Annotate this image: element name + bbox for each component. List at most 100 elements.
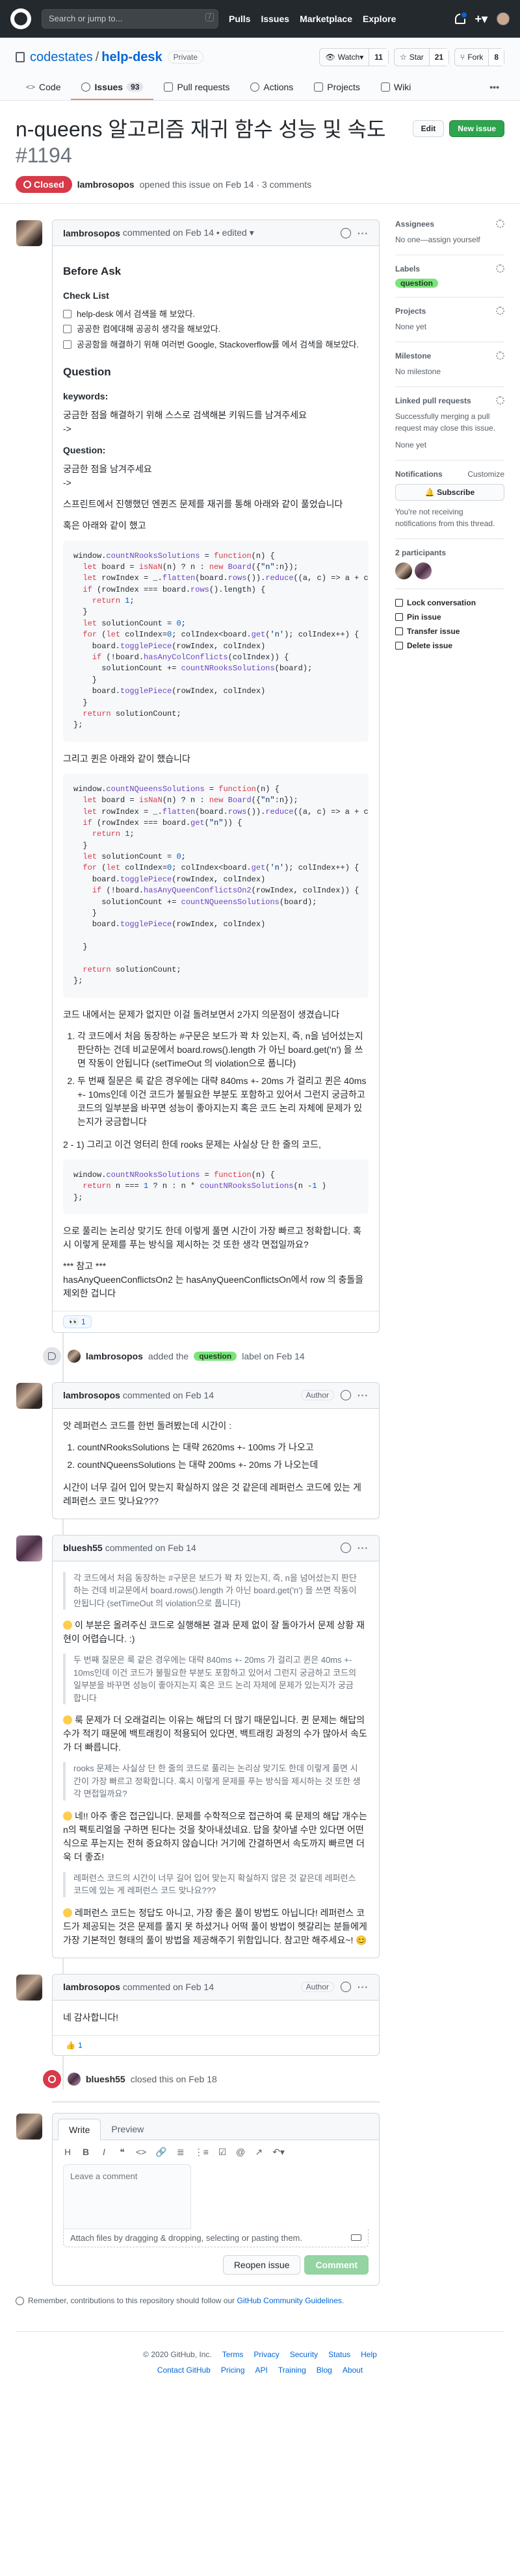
task-checkbox[interactable] xyxy=(63,309,72,318)
tab-code[interactable]: <> Code xyxy=(16,75,71,100)
code-icon[interactable]: <> xyxy=(136,2147,146,2157)
lock-conversation-link[interactable]: Lock conversation xyxy=(395,598,504,607)
task-checkbox[interactable] xyxy=(63,325,72,334)
fork-button[interactable]: ⑂ Fork 8 xyxy=(454,48,504,66)
comment-textarea[interactable] xyxy=(63,2164,191,2229)
comment-meta[interactable]: commented on Feb 14 xyxy=(105,1543,196,1553)
issue-author-link[interactable]: lambrosopos xyxy=(77,179,135,190)
saved-replies-icon[interactable]: ↶▾ xyxy=(272,2147,285,2158)
sidebar-milestone[interactable]: Milestone No milestone xyxy=(395,351,504,387)
reference-icon[interactable]: ↗ xyxy=(254,2147,263,2158)
footer-link[interactable]: Privacy xyxy=(254,2350,279,2359)
label-question[interactable]: question xyxy=(395,279,438,288)
link-icon[interactable]: 🔗 xyxy=(155,2147,166,2158)
avatar[interactable] xyxy=(68,2072,81,2086)
comment-options-button[interactable]: ··· xyxy=(358,228,369,238)
repo-owner-link[interactable]: codestates xyxy=(30,50,93,65)
avatar[interactable] xyxy=(16,1382,42,1409)
gear-icon[interactable] xyxy=(496,351,504,360)
reaction-thumbsup-button[interactable]: 👍 1 xyxy=(63,2039,85,2051)
user-avatar-menu[interactable] xyxy=(497,12,510,25)
footer-link[interactable]: Training xyxy=(278,2366,306,2375)
tab-preview[interactable]: Preview xyxy=(101,2119,154,2140)
tab-write[interactable]: Write xyxy=(58,2118,101,2140)
nav-marketplace[interactable]: Marketplace xyxy=(300,14,352,24)
assignees-value[interactable]: No one—assign yourself xyxy=(395,234,504,246)
transfer-issue-link[interactable]: Transfer issue xyxy=(395,627,504,636)
comment-options-button[interactable]: ··· xyxy=(358,1543,369,1553)
star-button[interactable]: ☆ Star 21 xyxy=(393,48,450,66)
gear-icon[interactable] xyxy=(496,307,504,315)
sidebar-labels[interactable]: Labels question xyxy=(395,264,504,297)
task-list-icon[interactable]: ☑ xyxy=(218,2147,227,2158)
search-input[interactable]: Search or jump to... / xyxy=(42,9,218,29)
avatar[interactable] xyxy=(395,562,412,579)
bulleted-list-icon[interactable]: ≣ xyxy=(176,2147,185,2158)
footer-link[interactable]: API xyxy=(255,2366,268,2375)
avatar[interactable] xyxy=(16,1974,42,2001)
nav-pulls[interactable]: Pulls xyxy=(229,14,250,24)
comment-meta[interactable]: commented on Feb 14 xyxy=(123,1390,214,1400)
sidebar-projects[interactable]: Projects None yet xyxy=(395,307,504,342)
footer-link[interactable]: Pricing xyxy=(221,2366,245,2375)
delete-issue-link[interactable]: Delete issue xyxy=(395,641,504,650)
add-reaction-icon[interactable] xyxy=(341,227,351,238)
notifications-bell-icon[interactable] xyxy=(455,11,469,24)
italic-icon[interactable]: I xyxy=(99,2147,109,2157)
more-tabs-button[interactable]: ••• xyxy=(484,75,504,100)
footer-link[interactable]: Security xyxy=(290,2350,318,2359)
gear-icon[interactable] xyxy=(496,396,504,405)
star-count[interactable]: 21 xyxy=(428,49,449,66)
tab-projects[interactable]: Projects xyxy=(304,75,370,100)
create-new-plus-icon[interactable]: +▾ xyxy=(474,12,488,26)
comment-options-button[interactable]: ··· xyxy=(358,1982,369,1992)
reaction-eyes-button[interactable]: 👀 1 xyxy=(63,1315,92,1328)
tab-wiki[interactable]: Wiki xyxy=(370,75,421,100)
event-actor[interactable]: bluesh55 xyxy=(86,2074,125,2084)
tab-pull-requests[interactable]: Pull requests xyxy=(153,75,240,100)
footer-link[interactable]: About xyxy=(343,2366,363,2375)
github-logo-icon[interactable] xyxy=(10,8,31,29)
sidebar-assignees[interactable]: Assignees No one—assign yourself xyxy=(395,220,504,255)
add-reaction-icon[interactable] xyxy=(341,1982,351,1993)
comment-meta[interactable]: commented on Feb 14 • edited ▾ xyxy=(123,227,254,238)
pin-issue-link[interactable]: Pin issue xyxy=(395,612,504,622)
add-reaction-icon[interactable] xyxy=(341,1543,351,1554)
bold-icon[interactable]: B xyxy=(81,2147,90,2157)
community-guidelines-link[interactable]: GitHub Community Guidelines xyxy=(237,2296,342,2305)
reopen-issue-button[interactable]: Reopen issue xyxy=(222,2254,301,2275)
comment-meta[interactable]: commented on Feb 14 xyxy=(123,1982,214,1992)
comment-author[interactable]: lambrosopos xyxy=(63,1390,120,1400)
comment-author[interactable]: lambrosopos xyxy=(63,1982,120,1992)
avatar[interactable] xyxy=(68,1349,81,1363)
heading-icon[interactable]: H xyxy=(63,2147,72,2157)
task-checkbox[interactable] xyxy=(63,340,72,349)
footer-link[interactable]: Contact GitHub xyxy=(157,2366,211,2375)
gear-icon[interactable] xyxy=(496,220,504,228)
comment-author[interactable]: lambrosopos xyxy=(63,228,120,238)
gear-icon[interactable] xyxy=(496,264,504,273)
label-question[interactable]: question xyxy=(194,1351,237,1361)
watch-count[interactable]: 11 xyxy=(369,49,388,66)
fork-count[interactable]: 8 xyxy=(488,49,504,66)
tab-issues[interactable]: Issues 93 xyxy=(71,75,154,100)
watch-button[interactable]: 👁 Watch ▾ 11 xyxy=(319,48,389,66)
footer-link[interactable]: Terms xyxy=(222,2350,244,2359)
subscribe-button[interactable]: 🔔 Subscribe xyxy=(395,484,504,501)
quote-icon[interactable]: ❝ xyxy=(118,2147,127,2158)
add-reaction-icon[interactable] xyxy=(341,1390,351,1401)
avatar[interactable] xyxy=(16,1535,42,1561)
avatar[interactable] xyxy=(16,220,42,246)
comment-author[interactable]: bluesh55 xyxy=(63,1543,103,1553)
numbered-list-icon[interactable]: ⋮≡ xyxy=(194,2147,209,2158)
event-actor[interactable]: lambrosopos xyxy=(86,1351,143,1361)
tab-actions[interactable]: Actions xyxy=(240,75,304,100)
customize-link[interactable]: Customize xyxy=(467,470,504,479)
footer-link[interactable]: Status xyxy=(328,2350,350,2359)
markdown-icon[interactable] xyxy=(351,2234,361,2241)
file-attach-area[interactable]: Attach files by dragging & dropping, sel… xyxy=(63,2229,369,2247)
repo-name-link[interactable]: help-desk xyxy=(101,50,162,65)
new-issue-button[interactable]: New issue xyxy=(449,120,504,137)
nav-issues[interactable]: Issues xyxy=(261,14,289,24)
footer-link[interactable]: Help xyxy=(361,2350,377,2359)
